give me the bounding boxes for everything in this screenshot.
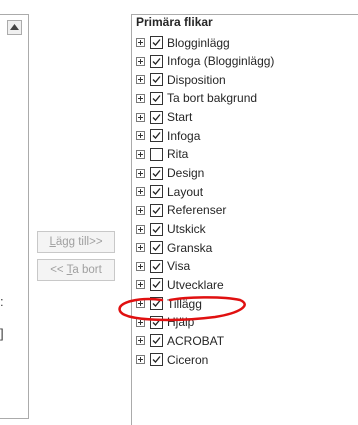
- tab-checkbox[interactable]: [150, 259, 163, 273]
- tab-label: Disposition: [167, 72, 226, 87]
- tab-checkbox[interactable]: [150, 129, 163, 143]
- expand-icon[interactable]: [136, 205, 145, 215]
- tab-checkbox[interactable]: [150, 353, 163, 367]
- checkmark-icon: [152, 113, 161, 121]
- checkmark-icon: [152, 281, 161, 289]
- scroll-up-button[interactable]: [7, 20, 22, 35]
- tab-label: Utskick: [167, 222, 206, 236]
- expand-icon[interactable]: [136, 149, 145, 159]
- expand-icon[interactable]: [136, 280, 145, 290]
- expand-icon[interactable]: [136, 317, 145, 327]
- expand-icon[interactable]: [136, 38, 145, 47]
- expand-icon[interactable]: [136, 261, 145, 271]
- expand-icon[interactable]: [136, 243, 145, 253]
- tab-item[interactable]: Utskick: [136, 221, 206, 238]
- tab-item[interactable]: ACROBAT: [136, 332, 224, 349]
- tab-item[interactable]: Rita: [136, 146, 188, 163]
- tab-checkbox[interactable]: [150, 278, 163, 292]
- tab-label: Infoga (Blogginlägg): [167, 54, 275, 69]
- arrow-up-icon: [10, 24, 19, 30]
- checkmark-icon: [152, 318, 161, 326]
- tab-checkbox[interactable]: [150, 222, 163, 236]
- checkmark-icon: [152, 95, 161, 102]
- tab-label: Utvecklare: [167, 277, 224, 292]
- checkmark-icon: [152, 225, 161, 233]
- expand-icon[interactable]: [136, 187, 145, 197]
- tab-checkbox[interactable]: [150, 73, 163, 87]
- tab-item[interactable]: Visa: [136, 258, 190, 275]
- checkmark-icon: [152, 262, 161, 270]
- tab-label: Ciceron: [167, 352, 209, 367]
- tab-label: Tillägg: [167, 296, 202, 311]
- tab-checkbox[interactable]: [150, 54, 163, 68]
- checkmark-icon: [152, 206, 161, 214]
- tab-checkbox[interactable]: [150, 36, 163, 49]
- tab-item[interactable]: Granska: [136, 239, 212, 256]
- expand-icon[interactable]: [136, 299, 145, 309]
- tab-label: Granska: [167, 240, 213, 255]
- expand-icon[interactable]: [136, 224, 145, 234]
- tab-item[interactable]: Blogginlägg: [136, 34, 230, 51]
- remove-button[interactable]: << Ta bort: [37, 259, 115, 281]
- tab-item[interactable]: Start: [136, 109, 192, 126]
- tab-item[interactable]: Hjälp: [136, 314, 194, 331]
- tab-label: Referenser: [167, 203, 227, 218]
- tab-checkbox[interactable]: [150, 91, 163, 105]
- tab-label: Start: [167, 110, 193, 125]
- expand-icon[interactable]: [136, 168, 145, 178]
- checkmark-icon: [152, 337, 161, 345]
- tab-item[interactable]: Infoga (Blogginlägg): [136, 53, 274, 70]
- tab-label: Design: [167, 166, 205, 181]
- tab-label: Visa: [167, 259, 191, 274]
- expand-icon[interactable]: [136, 355, 145, 365]
- tab-label: Rita: [167, 147, 189, 162]
- checkmark-icon: [152, 244, 161, 252]
- tab-checkbox[interactable]: [150, 147, 163, 161]
- checkmark-icon: [152, 169, 161, 177]
- checkmark-icon: [152, 356, 161, 364]
- tab-label: Layout: [167, 184, 204, 199]
- tab-item[interactable]: Design: [136, 165, 204, 182]
- tab-item[interactable]: Ta bort bakgrund: [136, 90, 257, 107]
- checkmark-icon: [152, 57, 161, 65]
- tab-checkbox[interactable]: [150, 241, 163, 255]
- expand-icon[interactable]: [136, 131, 145, 141]
- checkmark-icon: [152, 300, 161, 308]
- tab-label: ACROBAT: [167, 333, 225, 348]
- tab-item[interactable]: Layout: [136, 183, 203, 200]
- expand-icon[interactable]: [136, 93, 145, 103]
- tab-label: Infoga: [167, 128, 201, 143]
- checkmark-icon: [152, 132, 161, 140]
- tab-label: Hjälp: [167, 315, 195, 330]
- tab-checkbox[interactable]: [150, 297, 163, 311]
- checkmark-icon: [152, 76, 161, 84]
- bracket-mark-1: :: [0, 294, 4, 309]
- bracket-mark-2: ]: [0, 326, 4, 341]
- list-header: Primära flikar: [136, 15, 213, 29]
- expand-icon[interactable]: [136, 336, 145, 346]
- expand-icon[interactable]: [136, 75, 145, 85]
- left-list-box[interactable]: [0, 14, 29, 419]
- add-button[interactable]: Lägg till>>: [37, 231, 115, 253]
- tab-item[interactable]: Ciceron: [136, 351, 208, 368]
- tab-item[interactable]: Infoga: [136, 127, 200, 144]
- tab-label: Blogginlägg: [167, 35, 230, 50]
- tab-checkbox[interactable]: [150, 110, 163, 124]
- tab-checkbox[interactable]: [150, 185, 163, 199]
- tab-label: Ta bort bakgrund: [167, 91, 258, 106]
- tab-checkbox[interactable]: [150, 334, 163, 348]
- expand-icon[interactable]: [136, 56, 145, 66]
- tab-checkbox[interactable]: [150, 166, 163, 180]
- tab-checkbox[interactable]: [150, 315, 163, 329]
- tab-item[interactable]: Tillägg: [136, 295, 202, 312]
- tab-checkbox[interactable]: [150, 203, 163, 217]
- tab-item[interactable]: Disposition: [136, 71, 226, 88]
- tab-item[interactable]: Utvecklare: [136, 276, 224, 293]
- checkmark-icon: [152, 188, 161, 196]
- expand-icon[interactable]: [136, 112, 145, 122]
- checkmark-icon: [152, 39, 161, 46]
- tab-item[interactable]: Referenser: [136, 202, 226, 219]
